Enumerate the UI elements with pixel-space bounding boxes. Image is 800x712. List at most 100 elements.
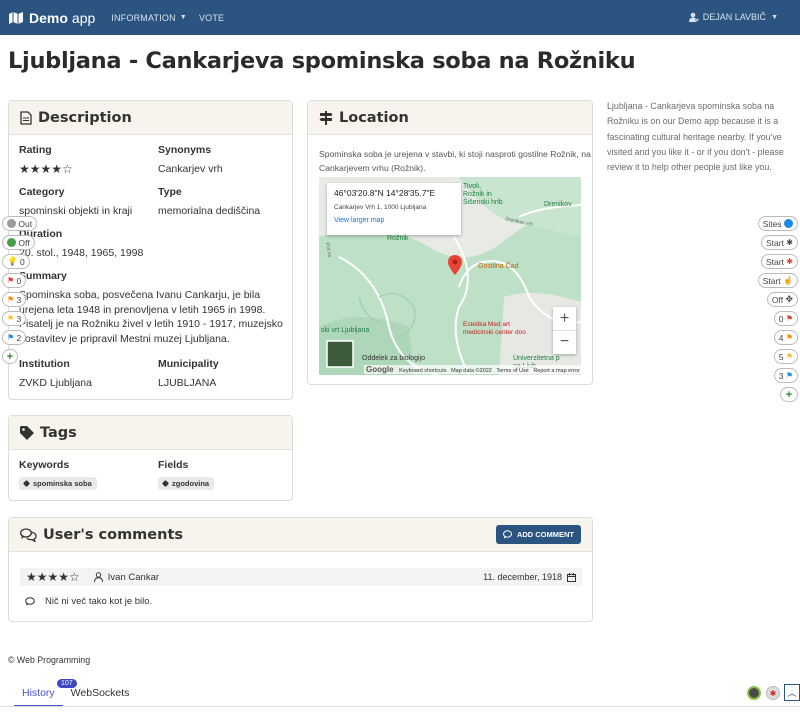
tag-icon [161,479,170,488]
type-label: Type [158,186,182,198]
right-blue-count: 3 [778,370,784,381]
right-start-2[interactable]: Start ✱ [760,254,798,269]
duration-field: Duration 20. stol., 1948, 1965, 1998 [19,228,143,261]
location-text: Spominska soba je urejena v stavbi, ki s… [319,149,591,173]
right-red-count: 0 [778,313,784,324]
left-off-toggle[interactable]: Off [2,235,35,250]
brand-app: app [71,9,96,26]
map-info-popup: 46°03'20.8"N 14°28'35.7"E Cankarjev Vrh … [327,183,461,235]
comment-date-text: 11. december, 1918 [483,572,562,582]
yellow-flag-icon: ⚑ [785,352,793,361]
map-icon [9,11,23,24]
map-marker-icon[interactable] [448,255,462,275]
plus-icon: + [6,350,14,363]
left-red-flag-counter[interactable]: ⚑ 0 [2,273,27,288]
comment-meta-row: ★★★★☆ Ivan Cankar 11. december, 1918 [20,568,582,586]
left-bulb-counter[interactable]: 💡 0 [2,254,30,269]
tab-websockets-label: WebSockets [70,687,130,699]
brand-link[interactable]: Demo app [9,10,95,26]
map-label-gostilna: Gostilna Čad [478,263,519,270]
zoom-out-button[interactable]: − [553,330,576,353]
nav-vote-label: VOTE [198,12,225,23]
category-label: Category [19,186,65,198]
tabs-divider [0,706,800,707]
terms-link[interactable]: Terms of Use [496,368,528,374]
signpost-icon [319,110,333,125]
status-dot-icon [7,238,16,247]
left-orange-flag-counter[interactable]: ⚑ 3 [2,292,27,307]
right-off-label: Off [771,294,784,305]
right-off-toggle[interactable]: Off ✥ [766,292,798,307]
keyboard-shortcuts-link[interactable]: Keyboard shortcuts [399,368,446,374]
left-add-button[interactable]: + [2,349,18,364]
rating-stars: ★★★★☆ [19,162,73,176]
map-label-estetika: Estetika Med art medicinski center doo [463,321,526,336]
zoom-in-button[interactable]: + [553,307,576,330]
right-start-3-label: Start [762,275,781,286]
user-cog-icon [688,12,699,22]
map-label-drenikov: Drenikov [544,201,572,208]
left-out-label: Out [18,218,33,229]
right-add-button[interactable]: + [780,387,798,402]
synonyms-label: Synonyms [158,144,212,156]
tab-history-label: History [22,687,55,699]
scroll-top-button[interactable]: ︿ [784,684,800,701]
status-icon[interactable] [747,686,761,700]
right-blue-flag-counter[interactable]: 3 ⚑ [773,368,798,383]
page-title: Ljubljana - Cankarjeva spominska soba na… [8,48,636,74]
municipality-label: Municipality [158,358,219,370]
file-icon [20,110,32,125]
report-error-link[interactable]: Report a map error [533,368,579,374]
bug-icon: ✱ [786,238,793,247]
right-sites-label: Sites [762,218,782,229]
institution-label: Institution [19,358,70,370]
add-comment-button[interactable]: ADD COMMENT [495,525,581,544]
fields-label: Fields [158,459,189,471]
field-tag[interactable]: zgodovina [158,477,215,490]
left-blue-flag-counter[interactable]: ⚑ 2 [2,330,27,345]
tab-websockets[interactable]: WebSockets [63,684,138,707]
rating-label: Rating [19,144,52,156]
right-start-3[interactable]: Start ☝ [757,273,798,288]
nav-information-label: INFORMATION [111,12,176,23]
view-larger-map-link[interactable]: View larger map [334,217,454,224]
map-footer: Google Keyboard shortcuts Map data ©2022… [364,365,581,374]
orange-flag-icon: ⚑ [7,295,15,304]
bug-icon[interactable]: ✱ [766,686,780,700]
globe-icon [784,219,793,228]
right-orange-flag-counter[interactable]: 4 ⚑ [773,330,798,345]
tags-title: Tags [40,424,77,441]
lightbulb-icon: 💡 [7,256,18,266]
embedded-map[interactable]: 46°03'20.8"N 14°28'35.7"E Cankarjev Vrh … [319,177,581,375]
keyword-tag[interactable]: spominska soba [19,477,97,490]
synonyms-field: Synonyms Cankarjev vrh [158,144,223,177]
chevron-down-icon: ▼ [771,13,778,21]
nav-information[interactable]: INFORMATION ▼ [111,13,187,23]
summary-label: Summary [19,270,67,282]
location-card: Location Spominska soba je urejena v sta… [307,100,593,385]
left-out-toggle[interactable]: Out [2,216,38,231]
user-menu[interactable]: DEJAN LAVBIČ ▼ [688,12,778,22]
type-value: memorialna dediščina [158,205,261,217]
tab-history[interactable]: History 107 [14,679,77,707]
map-label-roznik: Rožnik [387,235,409,242]
comments-card: User's comments ADD COMMENT ★★★★☆ Ivan C… [8,517,593,622]
left-off-label: Off [18,237,30,248]
nav-vote[interactable]: VOTE [199,13,224,23]
institution-value: ZVKD Ljubljana [19,377,92,389]
comments-icon [20,527,37,542]
map-coordinates: 46°03'20.8"N 14°28'35.7"E [334,188,436,198]
chevron-up-icon: ︿ [787,688,797,698]
right-yellow-flag-counter[interactable]: 5 ⚑ [773,349,798,364]
chevron-down-icon: ▼ [179,14,187,21]
comment-date: 11. december, 1918 [483,572,576,582]
right-orange-count: 4 [778,332,784,343]
right-start-1[interactable]: Start ✱ [760,235,798,250]
bug-red-icon: ✱ [786,257,793,266]
page-footer: © Web Programming [8,655,91,665]
right-sites-toggle[interactable]: Sites [757,216,798,231]
left-yellow-flag-counter[interactable]: ⚑ 3 [2,311,27,326]
map-zoom-control: + − [553,307,576,354]
right-red-flag-counter[interactable]: 0 ⚑ [773,311,798,326]
municipality-field: Municipality LJUBLJANA [158,358,219,391]
